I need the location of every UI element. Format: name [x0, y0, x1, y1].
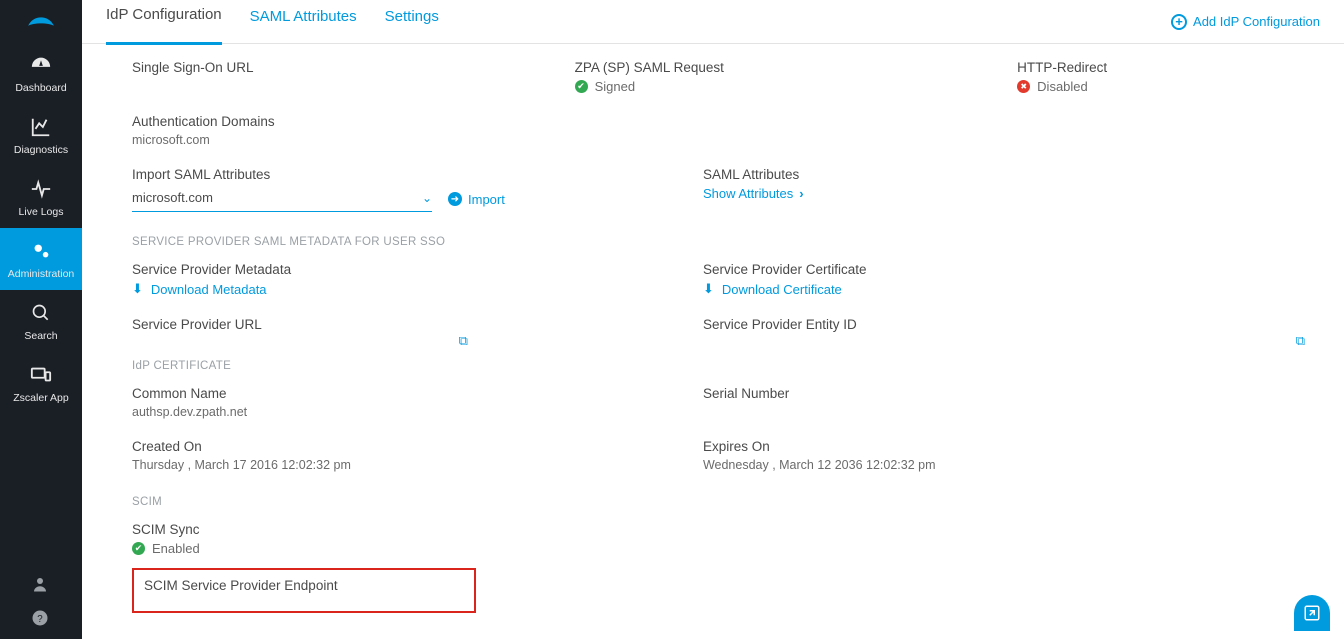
add-config-label: Add IdP Configuration [1193, 14, 1320, 29]
http-redirect-label: HTTP-Redirect [1017, 60, 1320, 75]
floating-action-button[interactable] [1294, 595, 1330, 631]
scim-sync-label: SCIM Sync [132, 522, 1320, 537]
auth-domains-value: microsoft.com [132, 133, 1320, 147]
download-metadata-text: Download Metadata [151, 282, 267, 297]
download-certificate-link[interactable]: ⬇ Download Certificate [703, 281, 1320, 297]
saml-request-status: Signed [575, 79, 1008, 94]
sp-url-label: Service Provider URL [132, 317, 693, 332]
tab-settings[interactable]: Settings [385, 0, 439, 44]
brand-logo [0, 0, 82, 42]
serial-number-label: Serial Number [703, 386, 1320, 401]
user-icon[interactable] [31, 575, 51, 595]
download-icon: ⬇ [703, 281, 714, 297]
sidebar-item-administration[interactable]: Administration [0, 228, 82, 290]
sp-certificate-label: Service Provider Certificate [703, 262, 1320, 277]
sso-url-label: Single Sign-On URL [132, 60, 565, 75]
sp-metadata-label: Service Provider Metadata [132, 262, 693, 277]
common-name-label: Common Name [132, 386, 693, 401]
section-idp-certificate: IdP CERTIFICATE [132, 360, 1320, 372]
download-certificate-text: Download Certificate [722, 282, 842, 297]
scim-sync-status: Enabled [132, 541, 1320, 556]
import-button-label: Import [468, 192, 505, 207]
chevron-right-icon: › [799, 186, 803, 201]
sidebar-bottom: ? [0, 575, 82, 639]
plus-icon: + [1171, 14, 1187, 30]
sp-entity-label: Service Provider Entity ID [703, 317, 1320, 332]
import-saml-label: Import SAML Attributes [132, 167, 693, 182]
help-icon[interactable]: ? [31, 609, 51, 629]
svg-text:?: ? [37, 614, 43, 625]
sidebar-item-search[interactable]: Search [0, 290, 82, 352]
copy-icon[interactable]: ⧉ [1296, 333, 1305, 349]
copy-icon[interactable]: ⧉ [459, 333, 468, 349]
devices-icon [30, 364, 52, 386]
download-icon: ⬇ [132, 281, 143, 297]
import-button[interactable]: ➜ Import [448, 192, 505, 207]
section-sp-metadata: SERVICE PROVIDER SAML METADATA FOR USER … [132, 236, 1320, 248]
sidebar-item-zscalerapp[interactable]: Zscaler App [0, 352, 82, 414]
scim-endpoint-label: SCIM Service Provider Endpoint [144, 578, 464, 593]
saml-request-label: ZPA (SP) SAML Request [575, 60, 1008, 75]
scim-endpoint-highlight: SCIM Service Provider Endpoint [132, 568, 476, 613]
chevron-down-icon: ⌄ [422, 191, 432, 205]
show-attributes-link[interactable]: Show Attributes › [703, 186, 804, 201]
gauge-icon [30, 54, 52, 76]
common-name-value: authsp.dev.zpath.net [132, 405, 693, 419]
expires-on-label: Expires On [703, 439, 1320, 454]
pulse-icon [30, 178, 52, 200]
chart-icon [30, 116, 52, 138]
sidebar-item-label: Diagnostics [14, 144, 68, 156]
gears-icon [30, 240, 52, 262]
tab-saml-attributes[interactable]: SAML Attributes [250, 0, 357, 44]
download-metadata-link[interactable]: ⬇ Download Metadata [132, 281, 693, 297]
saml-attributes-label: SAML Attributes [703, 167, 1320, 182]
sidebar-item-dashboard[interactable]: Dashboard [0, 42, 82, 104]
sidebar-item-label: Zscaler App [13, 392, 68, 404]
section-scim: SCIM [132, 496, 1320, 508]
expires-on-value: Wednesday , March 12 2036 12:02:32 pm [703, 458, 1320, 472]
sidebar-item-label: Dashboard [15, 82, 66, 94]
http-redirect-status: Disabled [1017, 79, 1320, 94]
import-saml-select[interactable]: microsoft.com ⌄ [132, 186, 432, 212]
auth-domains-label: Authentication Domains [132, 114, 1320, 129]
sidebar-item-livelogs[interactable]: Live Logs [0, 166, 82, 228]
created-on-label: Created On [132, 439, 693, 454]
main: IdP Configuration SAML Attributes Settin… [82, 0, 1344, 639]
sidebar: Dashboard Diagnostics Live Logs Administ… [0, 0, 82, 639]
created-on-value: Thursday , March 17 2016 12:02:32 pm [132, 458, 693, 472]
tabs-row: IdP Configuration SAML Attributes Settin… [82, 0, 1344, 44]
sidebar-item-label: Search [24, 330, 57, 342]
import-saml-selected: microsoft.com [132, 190, 213, 205]
content: Single Sign-On URL ZPA (SP) SAML Request… [82, 44, 1344, 639]
sidebar-item-label: Live Logs [19, 206, 64, 218]
show-attributes-text: Show Attributes [703, 186, 793, 201]
tab-idp-configuration[interactable]: IdP Configuration [106, 0, 222, 45]
search-icon [30, 302, 52, 324]
sidebar-item-label: Administration [8, 268, 75, 280]
sidebar-item-diagnostics[interactable]: Diagnostics [0, 104, 82, 166]
import-arrow-icon: ➜ [448, 192, 462, 206]
add-idp-configuration[interactable]: + Add IdP Configuration [1171, 14, 1320, 30]
